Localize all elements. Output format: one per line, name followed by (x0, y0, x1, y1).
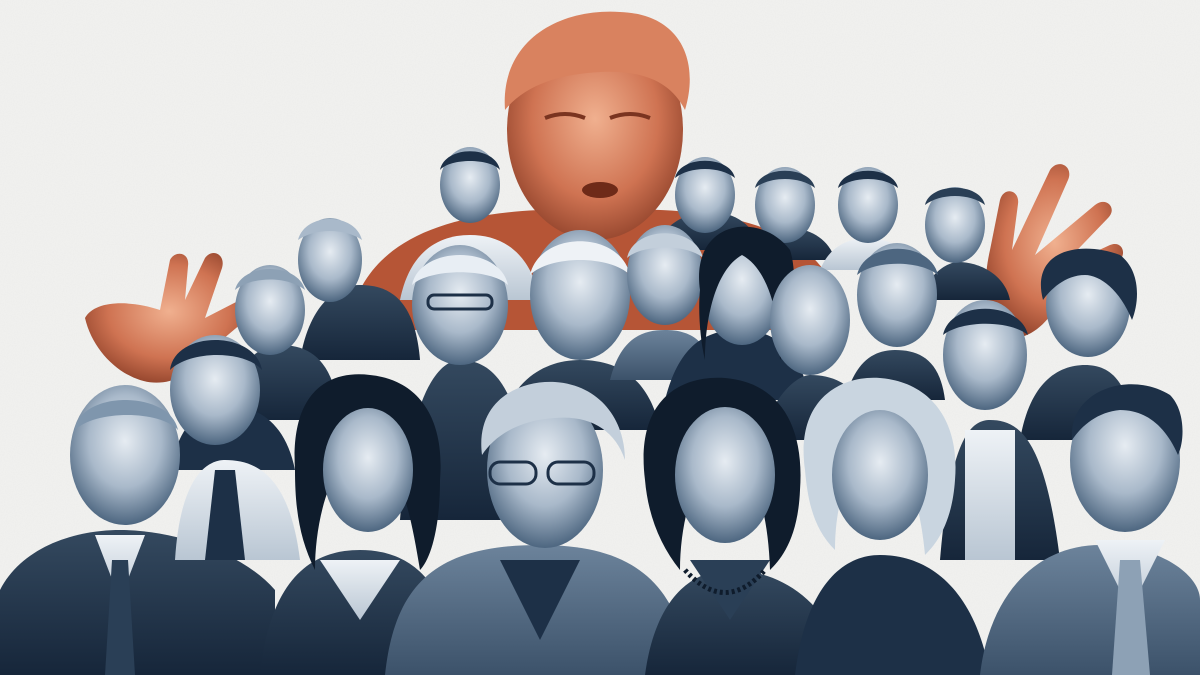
collage-stage (0, 0, 1200, 675)
collage-illustration (0, 0, 1200, 675)
